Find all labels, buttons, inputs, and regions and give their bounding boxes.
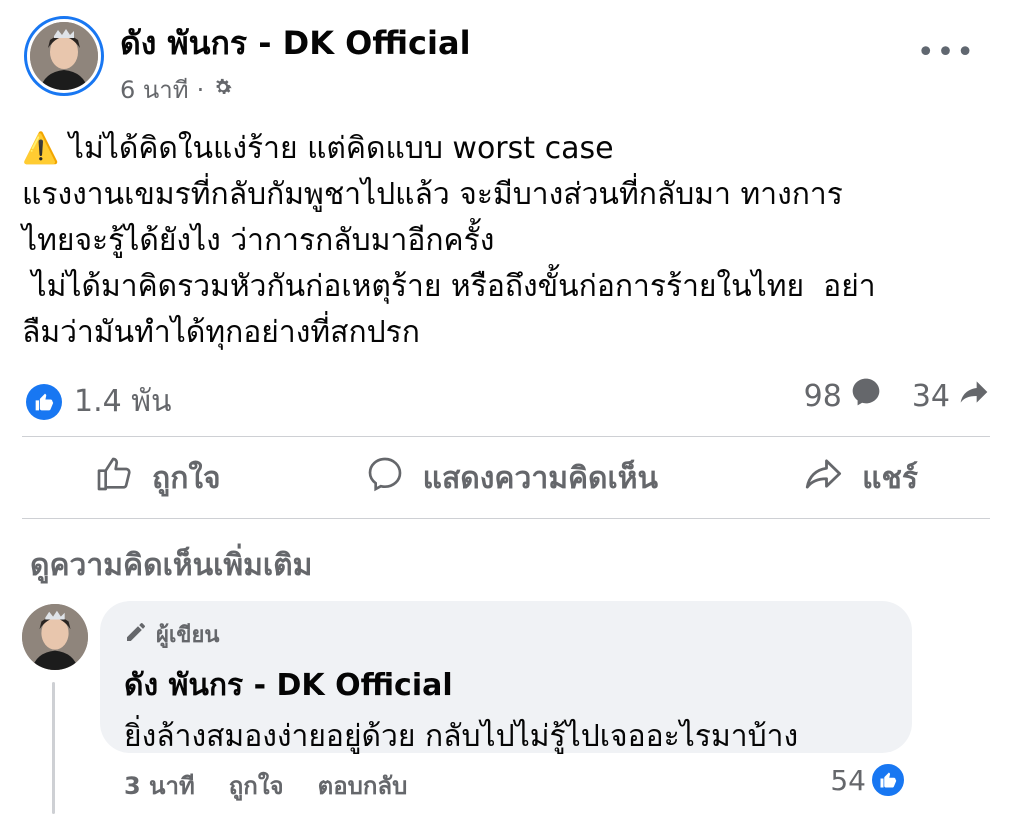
post-text: ⚠️ ไม่ได้คิดในแง่ร้าย แต่คิดแบบ worst ca… (22, 126, 992, 356)
engagement-counts: 98 34 (804, 376, 990, 416)
comment-avatar[interactable] (22, 604, 88, 670)
post-text-line-4: ไม่ได้มาคิดรวมหัวกันก่อเหตุร้าย หรือถึงข… (22, 269, 876, 304)
post-action-bar: ถูกใจ แสดงความคิดเห็น แชร์ (22, 438, 990, 518)
more-options-button[interactable]: ••• (917, 38, 976, 68)
reaction-count: 1.4 พัน (74, 384, 172, 419)
pencil-icon (124, 620, 148, 650)
post-text-line-1: ⚠️ ไม่ได้คิดในแง่ร้าย แต่คิดแบบ worst ca… (22, 131, 614, 166)
comment-actions: 3 นาที ถูกใจ ตอบกลับ (124, 766, 407, 805)
comment-reaction-count: 54 (830, 763, 866, 797)
comment-reaction-summary[interactable]: 54 (830, 762, 906, 798)
thumbs-up-icon (94, 454, 134, 502)
comment-time[interactable]: 3 นาที (124, 766, 195, 805)
comment-bubble-icon (850, 376, 882, 416)
like-reaction-icon (26, 383, 62, 420)
comment-count[interactable]: 98 (804, 376, 882, 416)
share-arrow-icon (958, 376, 990, 416)
divider (22, 518, 990, 519)
comment-reply-button[interactable]: ตอบกลับ (318, 766, 408, 805)
share-icon (802, 453, 844, 503)
comment-like-button[interactable]: ถูกใจ (229, 766, 284, 805)
comment-thread-line (52, 682, 55, 814)
share-count[interactable]: 34 (912, 376, 990, 416)
privacy-gear-icon (212, 76, 234, 104)
meta-separator: · (196, 75, 205, 104)
like-reaction-icon (870, 762, 906, 798)
comment-text: ยิ่งล้างสมองง่ายอยู่ด้วย กลับไปไม่รู้ไปเ… (124, 719, 799, 754)
share-button[interactable]: แชร์ (802, 453, 918, 503)
post-author-name[interactable]: ดัง พันกร - DK Official (120, 18, 471, 69)
post-text-line-5: ลืมว่ามันทำได้ทุกอย่างที่สกปรก (22, 315, 420, 350)
comment-button[interactable]: แสดงความคิดเห็น (365, 454, 658, 502)
comment-author-name[interactable]: ดัง พันกร - DK Official (124, 662, 888, 709)
view-more-comments-link[interactable]: ดูความคิดเห็นเพิ่มเติม (30, 542, 312, 589)
post-time[interactable]: 6 นาที (120, 70, 189, 109)
comment-bubble: ผู้เขียน ดัง พันกร - DK Official ยิ่งล้า… (100, 601, 912, 754)
warning-icon: ⚠️ (22, 131, 60, 166)
post-text-line-2: แรงงานเขมรที่กลับกัมพูชาไปแล้ว จะมีบางส่… (22, 177, 843, 212)
comment-icon (365, 454, 405, 502)
profile-avatar-ring[interactable] (24, 16, 104, 96)
author-badge: ผู้เขียน (124, 617, 888, 652)
divider (22, 436, 990, 437)
like-button[interactable]: ถูกใจ (94, 454, 221, 502)
post-text-line-3: ไทยจะรู้ได้ยังไง ว่าการกลับมาอีกครั้ง (22, 223, 495, 258)
post-meta: 6 นาที · (120, 70, 234, 109)
reaction-summary[interactable]: 1.4 พัน (26, 378, 172, 425)
avatar (30, 22, 98, 90)
